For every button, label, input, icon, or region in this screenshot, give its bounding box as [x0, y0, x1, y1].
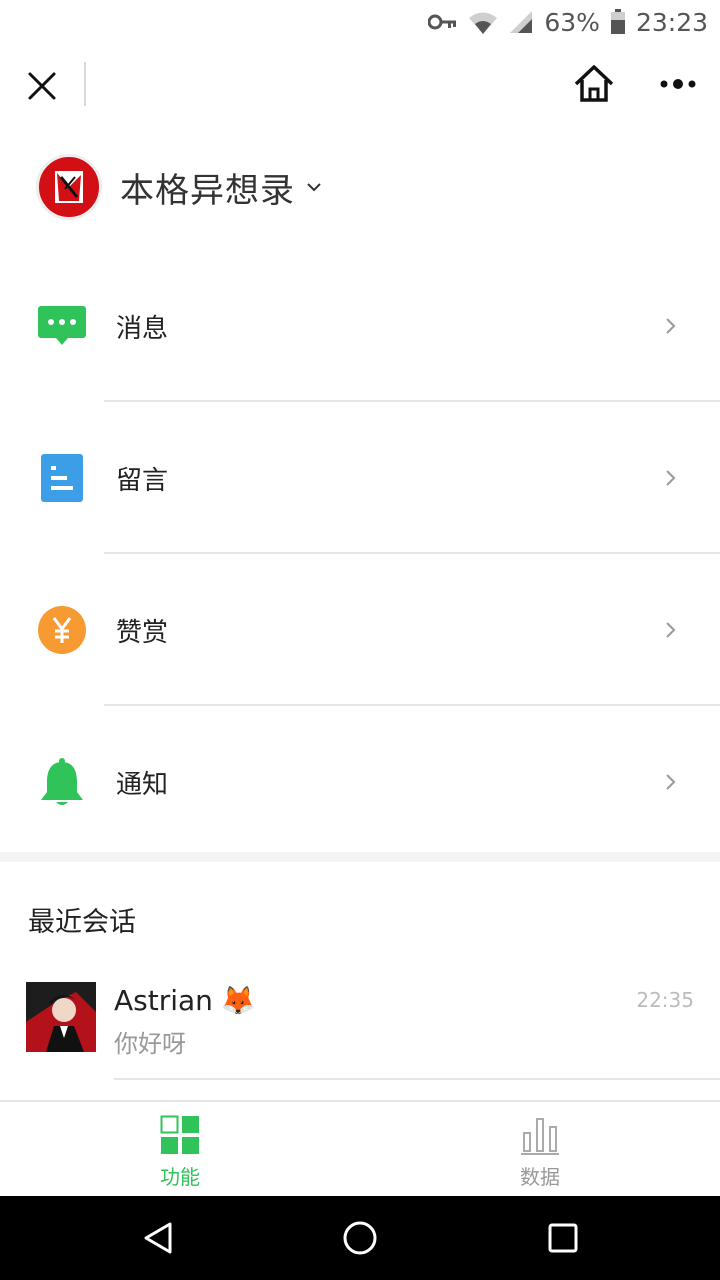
- grid-icon: [160, 1115, 200, 1155]
- clock: 23:23: [635, 7, 708, 37]
- menu-label: 赞赏: [116, 617, 169, 648]
- nav-divider: [84, 62, 86, 106]
- chevron-right-icon: [664, 468, 678, 488]
- comment-doc-icon: [36, 452, 88, 504]
- wifi-icon: [468, 10, 498, 34]
- more-icon[interactable]: [656, 68, 700, 100]
- top-nav: [0, 44, 720, 124]
- battery-percent: 63%: [544, 7, 600, 37]
- yen-icon: [36, 604, 88, 656]
- menu-item-rewards[interactable]: 赞赏: [0, 554, 720, 706]
- bell-icon: [36, 756, 88, 808]
- bottom-tab-bar: 功能 数据: [0, 1100, 720, 1196]
- conversation-preview: 你好呀: [114, 1030, 186, 1058]
- menu-item-comments[interactable]: 留言: [0, 402, 720, 554]
- message-icon: [36, 300, 88, 352]
- fox-emoji-icon: 🦊: [220, 984, 256, 1017]
- menu-item-notifications[interactable]: 通知: [0, 706, 720, 858]
- status-icons: 63% 23:23: [428, 0, 708, 44]
- system-nav-bar: [0, 1196, 720, 1280]
- chevron-down-icon: [305, 178, 323, 196]
- conversation-item[interactable]: Astrian 🦊 你好呀 22:35: [0, 982, 720, 1080]
- recent-conversations-title: 最近会话: [28, 907, 136, 938]
- tab-label: 数据: [520, 1164, 560, 1189]
- feature-menu: 消息 留言 赞赏 通知: [0, 250, 720, 858]
- account-switcher[interactable]: 本格异想录: [36, 152, 323, 222]
- battery-icon: [610, 9, 626, 35]
- tab-features[interactable]: 功能: [0, 1102, 360, 1198]
- menu-label: 通知: [116, 769, 169, 800]
- account-name: 本格异想录: [120, 170, 295, 211]
- menu-item-messages[interactable]: 消息: [0, 250, 720, 402]
- separator: [114, 1078, 720, 1080]
- signal-icon: [508, 9, 534, 35]
- bar-chart-icon: [520, 1115, 560, 1155]
- contact-name: Astrian: [114, 984, 213, 1017]
- back-icon[interactable]: [138, 1218, 178, 1258]
- status-bar: 63% 23:23: [0, 0, 720, 44]
- tab-label: 功能: [160, 1164, 200, 1189]
- user-avatar: [26, 982, 96, 1052]
- key-icon: [428, 12, 458, 32]
- recents-icon[interactable]: [543, 1218, 583, 1258]
- account-avatar: [36, 154, 102, 220]
- chevron-right-icon: [664, 772, 678, 792]
- menu-label: 消息: [116, 313, 169, 344]
- menu-label: 留言: [116, 465, 169, 496]
- conversation-title: Astrian 🦊: [114, 984, 256, 1017]
- chevron-right-icon: [664, 316, 678, 336]
- home-circle-icon[interactable]: [340, 1218, 380, 1258]
- tab-data[interactable]: 数据: [360, 1102, 720, 1198]
- home-icon[interactable]: [572, 62, 616, 106]
- chevron-right-icon: [664, 620, 678, 640]
- conversation-time: 22:35: [636, 988, 694, 1012]
- close-icon[interactable]: [22, 66, 62, 106]
- section-divider: [0, 852, 720, 862]
